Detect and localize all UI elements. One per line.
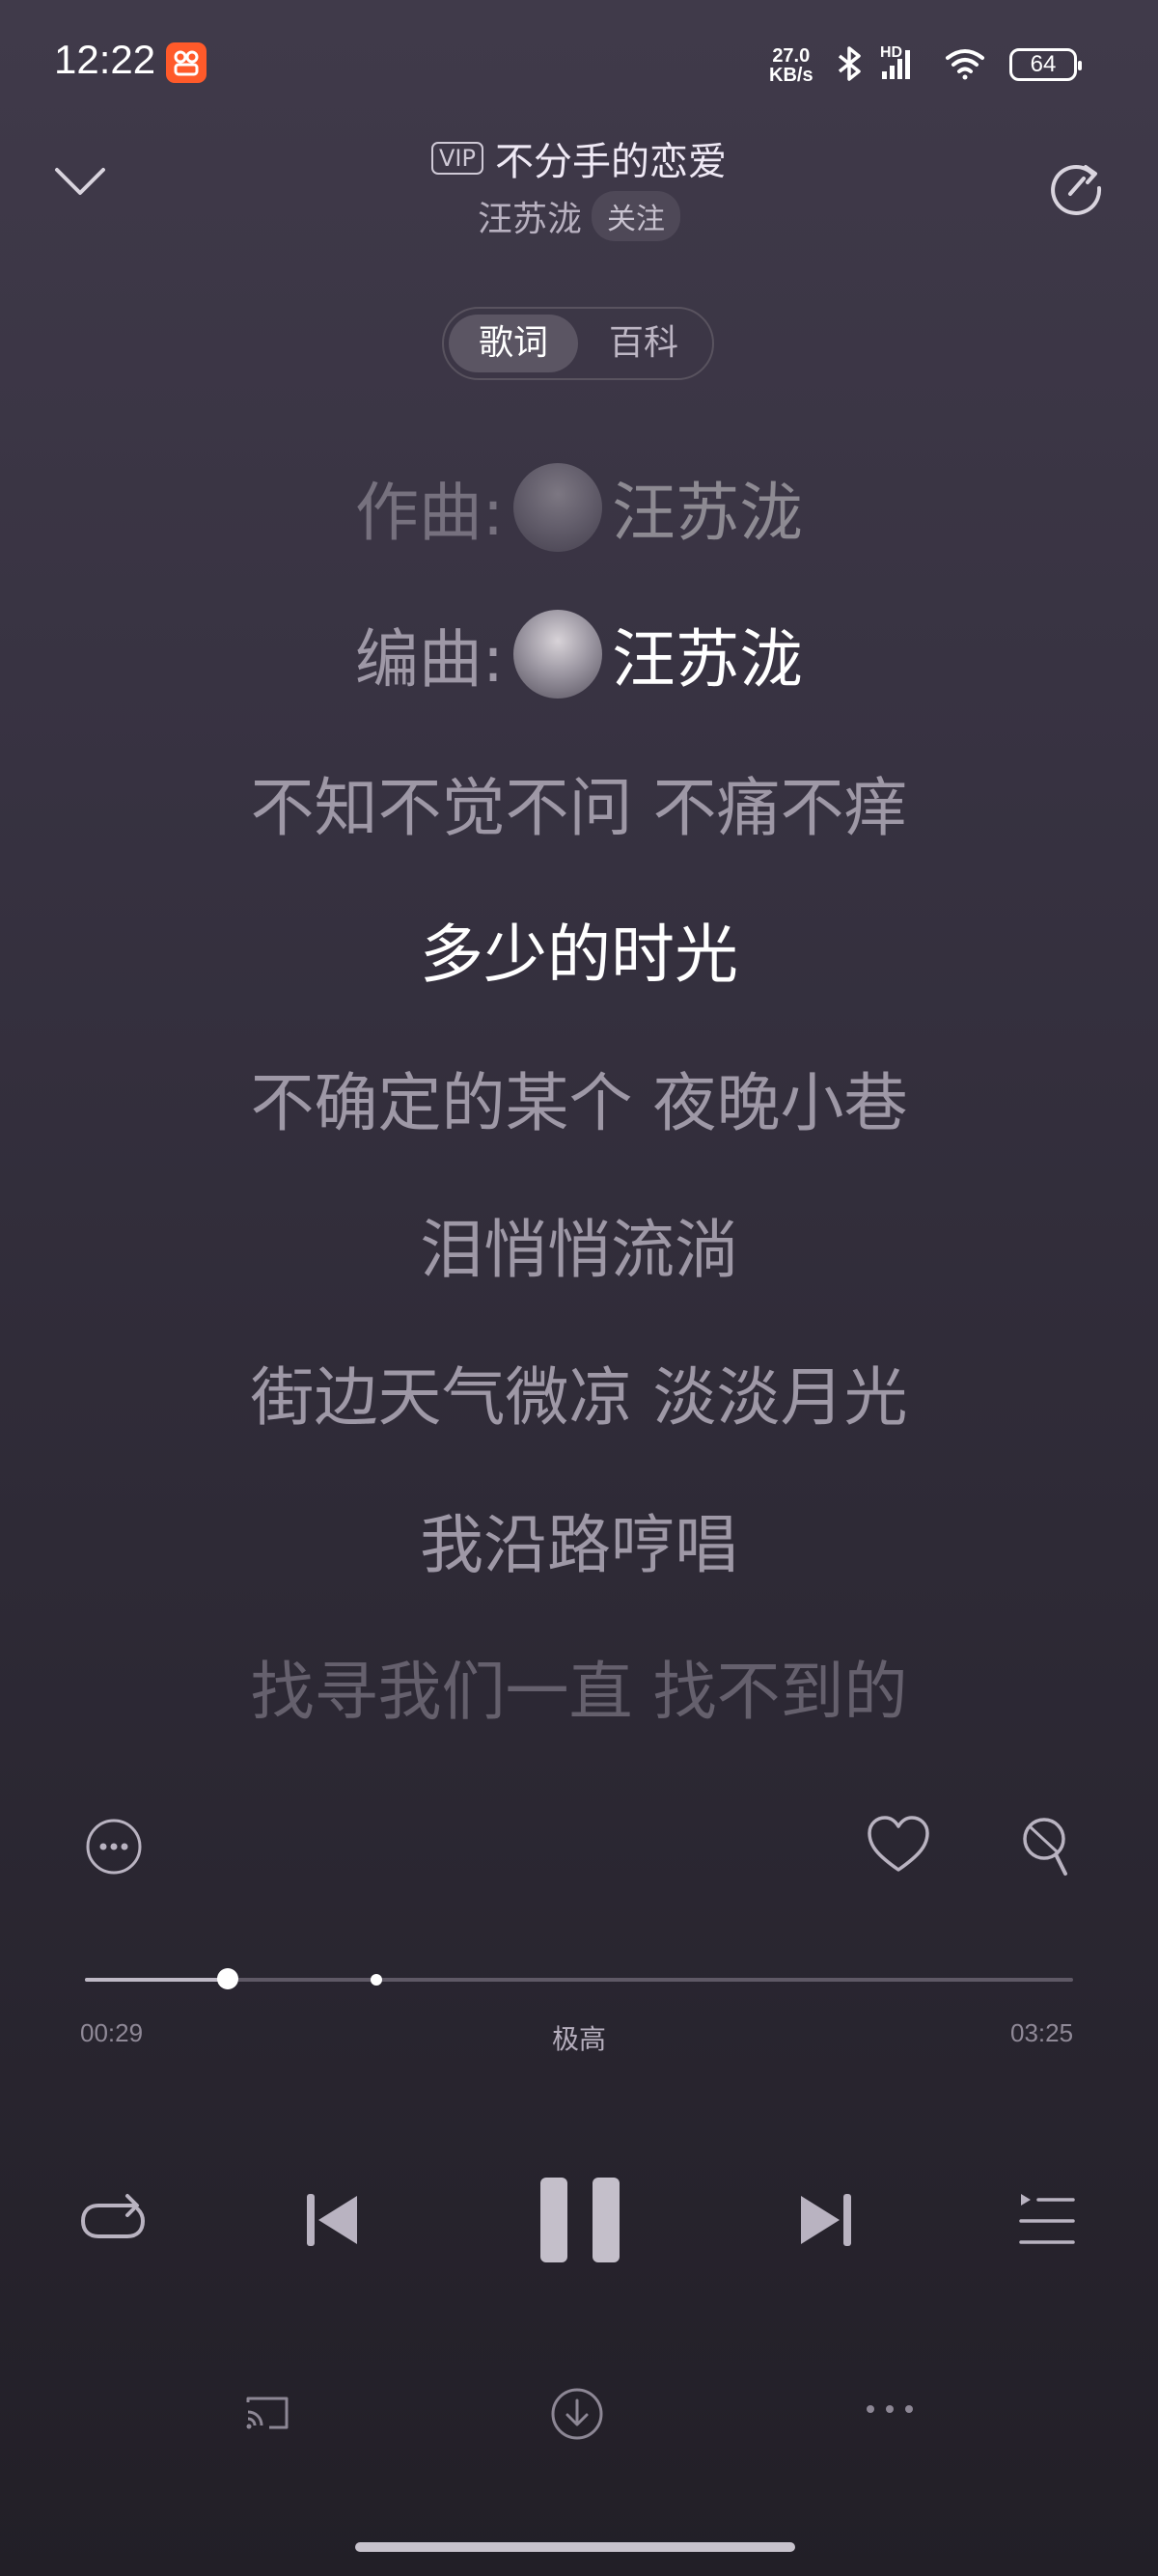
like-heart-icon[interactable] (867, 1816, 930, 1877)
lyric-line[interactable]: 找寻我们一直 找不到的 (0, 1640, 1158, 1733)
previous-track-icon[interactable] (303, 2190, 361, 2254)
app-badge-icon (166, 42, 207, 83)
pause-button[interactable] (538, 2176, 621, 2268)
home-indicator[interactable] (355, 2542, 795, 2552)
progress-thumb[interactable] (217, 1968, 238, 1989)
credit-name[interactable]: 汪苏泷 (612, 622, 803, 697)
lyric-line[interactable]: 街边天气微凉 淡淡月光 (0, 1346, 1158, 1439)
song-title: 不分手的恋爱 (494, 140, 727, 184)
tab-wiki[interactable]: 百科 (579, 315, 708, 372)
download-icon[interactable] (550, 2387, 604, 2445)
avatar[interactable] (513, 463, 603, 552)
net-speed-value: 27.0 (772, 45, 811, 67)
credit-composer: 作曲: 汪苏泷 (0, 461, 1158, 554)
net-speed: 27.0 KB/s (769, 46, 813, 85)
wifi-icon (946, 49, 984, 80)
network-type-label: HD (880, 44, 903, 61)
vip-badge: VIP (431, 142, 483, 175)
lyric-line[interactable]: 泪悄悄流淌 (0, 1198, 1158, 1291)
tab-lyrics[interactable]: 歌词 (449, 315, 578, 372)
bluetooth-icon (838, 46, 861, 81)
credit-role: 编曲: (354, 622, 505, 697)
lyric-line[interactable]: 不确定的某个 夜晚小巷 (0, 1052, 1158, 1144)
song-header: VIP 不分手的恋爱 (0, 130, 1158, 186)
share-refresh-icon[interactable] (1047, 157, 1105, 219)
battery-level: 64 (1030, 51, 1057, 77)
artist-name[interactable]: 汪苏泷 (478, 200, 582, 239)
follow-button[interactable]: 关注 (592, 191, 680, 241)
quality-label[interactable]: 极高 (552, 2023, 606, 2055)
playlist-icon[interactable] (1017, 2190, 1075, 2252)
total-time: 03:25 (1010, 2018, 1074, 2047)
status-time: 12:22 (54, 37, 156, 82)
artist-row: 汪苏泷 关注 (0, 191, 1158, 241)
progress-marker (371, 1974, 382, 1986)
repeat-icon[interactable] (79, 2190, 147, 2252)
more-dots-icon[interactable] (865, 2400, 915, 2419)
quality-selector: 极高 (0, 2018, 1158, 2057)
credit-arranger: 编曲: 汪苏泷 (0, 608, 1158, 700)
lyric-line[interactable]: 不知不觉不问 不痛不痒 (0, 756, 1158, 849)
progress-fill (85, 1978, 228, 1982)
credit-role: 作曲: (354, 476, 505, 550)
lyric-line-active[interactable]: 多少的时光 (0, 903, 1158, 996)
avatar[interactable] (513, 610, 603, 699)
credit-name[interactable]: 汪苏泷 (612, 476, 803, 550)
net-speed-unit: KB/s (769, 65, 813, 86)
battery-icon: 64 (1009, 48, 1082, 81)
lyrics-tabs: 歌词 百科 (442, 307, 714, 380)
cast-icon[interactable] (244, 2393, 290, 2435)
status-icons (832, 42, 1006, 85)
karaoke-mic-icon[interactable] (1021, 1816, 1075, 1883)
more-options-icon[interactable] (85, 1818, 143, 1879)
next-track-icon[interactable] (797, 2190, 855, 2254)
lyric-line[interactable]: 我沿路哼唱 (0, 1494, 1158, 1586)
